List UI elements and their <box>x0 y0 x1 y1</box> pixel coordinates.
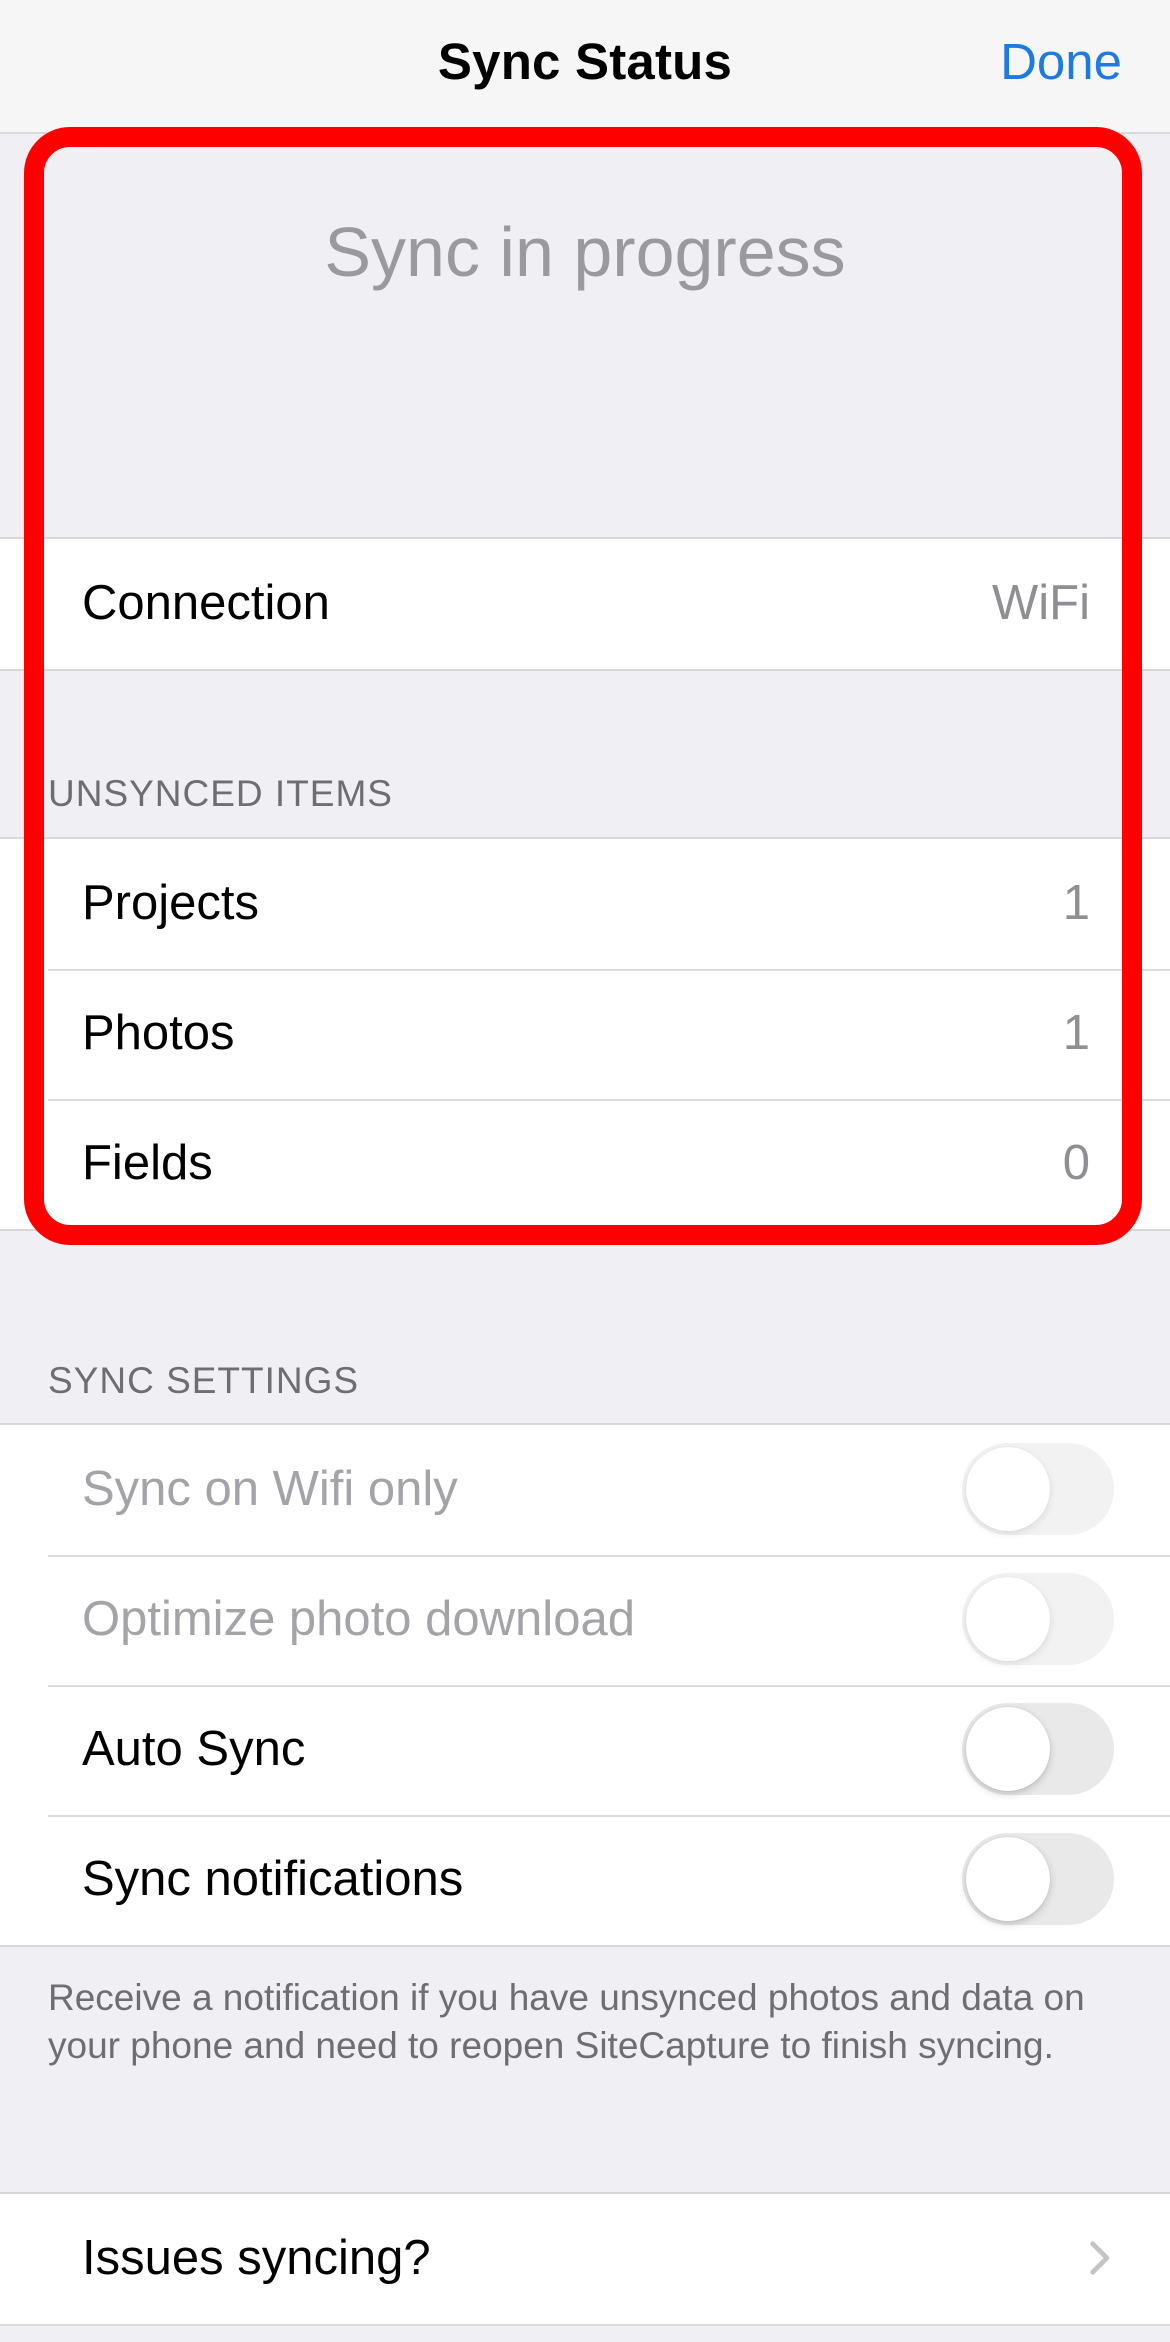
toggle-knob <box>966 1707 1050 1791</box>
setting-label: Sync on Wifi only <box>82 1462 458 1516</box>
setting-label: Auto Sync <box>82 1722 306 1776</box>
sync-status-message: Sync in progress <box>324 213 846 291</box>
unsynced-items-header: UNSYNCED ITEMS <box>48 773 393 814</box>
setting-label: Sync notifications <box>82 1852 464 1906</box>
setting-label: Optimize photo download <box>82 1592 635 1646</box>
sync-settings-header: SYNC SETTINGS <box>48 1360 360 1401</box>
row-label: Projects <box>82 876 260 930</box>
chevron-right-icon <box>1090 2241 1110 2275</box>
setting-row-wifi-only: Sync on Wifi only <box>0 1425 1170 1555</box>
setting-row-optimize-photo: Optimize photo download <box>0 1555 1170 1685</box>
auto-sync-toggle[interactable] <box>962 1703 1114 1795</box>
row-label: Fields <box>82 1136 213 1190</box>
unsynced-row-photos: Photos 1 <box>0 969 1170 1099</box>
row-count: 1 <box>1062 1006 1090 1060</box>
issues-syncing-row[interactable]: Issues syncing? <box>0 2194 1170 2324</box>
row-count: 0 <box>1062 1136 1090 1190</box>
optimize-photo-toggle[interactable] <box>962 1573 1114 1665</box>
sync-notifications-footer: Receive a notification if you have unsyn… <box>48 1977 1085 2066</box>
done-button[interactable]: Done <box>1000 32 1122 91</box>
sync-settings-group: Sync on Wifi only Optimize photo downloa… <box>0 1423 1170 1947</box>
navigation-bar: Sync Status Done <box>0 0 1170 134</box>
unsynced-row-projects: Projects 1 <box>0 839 1170 969</box>
sync-notifications-toggle[interactable] <box>962 1833 1114 1925</box>
connection-label: Connection <box>82 576 330 630</box>
issues-syncing-label: Issues syncing? <box>82 2231 431 2285</box>
setting-row-sync-notifications: Sync notifications <box>0 1815 1170 1945</box>
connection-row: Connection WiFi <box>0 539 1170 669</box>
row-count: 1 <box>1062 876 1090 930</box>
connection-group: Connection WiFi <box>0 537 1170 671</box>
wifi-only-toggle[interactable] <box>962 1443 1114 1535</box>
connection-value: WiFi <box>992 576 1090 630</box>
page-title: Sync Status <box>437 33 733 90</box>
issues-group: Issues syncing? <box>0 2192 1170 2326</box>
unsynced-items-group: Projects 1 Photos 1 Fields 0 <box>0 837 1170 1231</box>
sync-status-screen: Sync Status Done Sync in progress Connec… <box>0 0 1170 2342</box>
unsynced-row-fields: Fields 0 <box>0 1099 1170 1229</box>
setting-row-auto-sync: Auto Sync <box>0 1685 1170 1815</box>
row-label: Photos <box>82 1006 235 1060</box>
toggle-knob <box>966 1577 1050 1661</box>
toggle-knob <box>966 1447 1050 1531</box>
toggle-knob <box>966 1837 1050 1921</box>
